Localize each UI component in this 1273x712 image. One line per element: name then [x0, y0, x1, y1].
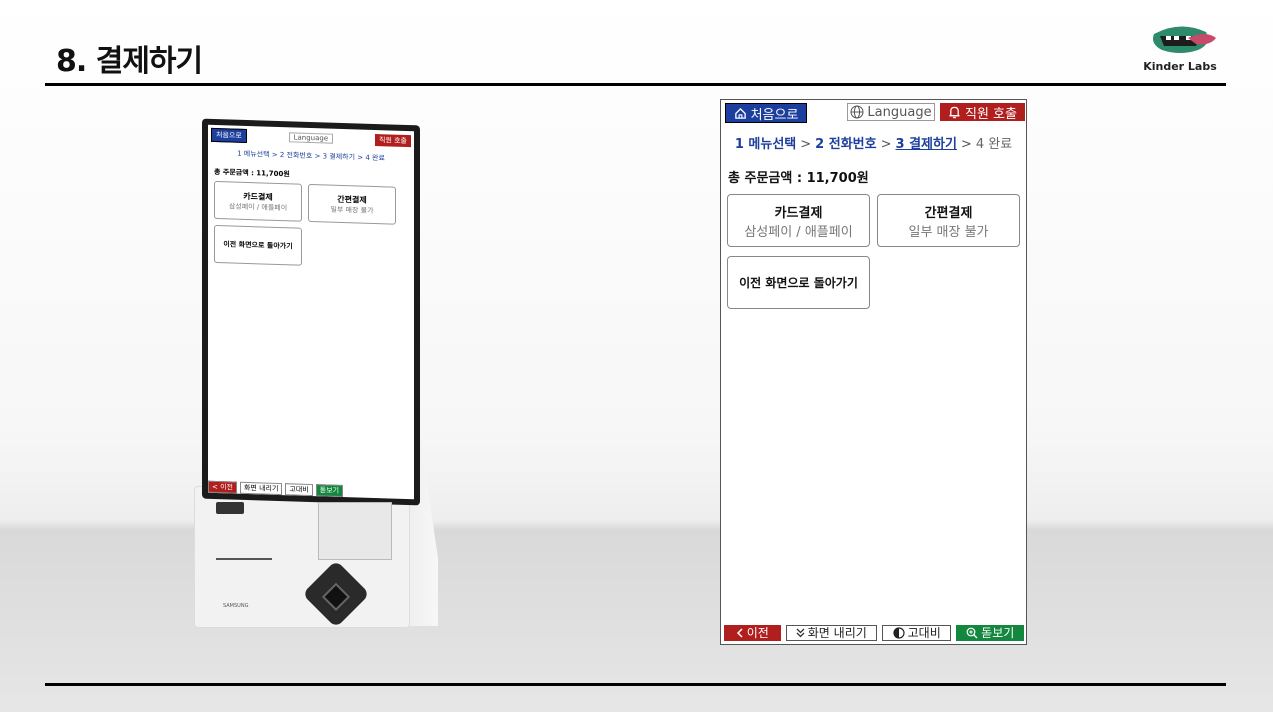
easy-payment-subtitle: 일부 매장 불가: [908, 224, 989, 240]
breadcrumb-separator: >: [960, 137, 972, 152]
kiosk-home-button: 처음으로: [211, 127, 247, 143]
magnifier-button[interactable]: 돋보기: [956, 624, 1024, 641]
kiosk-screen-zoom: 처음으로 Language 직원 호출 1 메뉴선택 >2 전화번호 >3 결제하기…: [720, 99, 1027, 645]
breadcrumb-step-payment: 3 결제하기: [895, 137, 957, 152]
kiosk-brand: SAMSUNG: [223, 603, 249, 609]
high-contrast-button[interactable]: 고대비: [881, 624, 952, 641]
language-button[interactable]: Language: [847, 103, 935, 121]
home-label: 처음으로: [750, 107, 799, 123]
language-label: Language: [867, 104, 932, 120]
bottom-divider: [45, 683, 1226, 686]
easy-payment-button[interactable]: 간편결제 일부 매장 불가: [877, 194, 1020, 247]
call-staff-button[interactable]: 직원 호출: [940, 103, 1025, 122]
magnifier-icon: [966, 627, 978, 638]
kiosk-contrast: 고대비: [285, 483, 313, 497]
kiosk-back-button: 이전 화면으로 돌아가기: [214, 224, 302, 266]
breadcrumb: 1 메뉴선택 >2 전화번호 >3 결제하기 >4 완료: [721, 133, 1026, 152]
breadcrumb-step-phone: 2 전화번호: [815, 137, 877, 152]
kiosk-screen: 처음으로 Language 직원 호출 1 메뉴선택 > 2 전화번호 > 3 …: [208, 124, 414, 500]
contrast-label: 고대비: [907, 626, 941, 640]
double-chevron-down-icon: [796, 628, 805, 637]
card-reader-icon: [216, 502, 244, 514]
call-label: 직원 호출: [965, 106, 1017, 122]
bottom-bar: 이전 화면 내리기 고대비 돋보기: [724, 624, 1024, 641]
kiosk-photo: SAMSUNG 처음으로 Language 직원 호출 1 메뉴선택 > 2 전…: [180, 118, 440, 638]
card-payment-title: 카드결제: [774, 205, 823, 221]
kinder-labs-logo: Kinder Labs: [1140, 20, 1220, 80]
kiosk-zoom: 돋보기: [315, 484, 344, 498]
kiosk-screen-frame: 처음으로 Language 직원 호출 1 메뉴선택 > 2 전화번호 > 3 …: [202, 118, 420, 506]
go-back-button[interactable]: 이전 화면으로 돌아가기: [727, 256, 870, 309]
kiosk-language-button: Language: [288, 132, 334, 144]
breadcrumb-separator: >: [880, 137, 892, 152]
card-payment-subtitle: 삼성페이 / 애플페이: [744, 224, 853, 240]
easy-payment-title: 간편결제: [924, 205, 973, 221]
slide-title: 8. 결제하기: [56, 44, 203, 79]
order-total: 총 주문금액 : 11,700원: [728, 171, 869, 186]
scroll-down-button[interactable]: 화면 내리기: [785, 624, 877, 641]
breadcrumb-step-menu: 1 메뉴선택: [734, 137, 797, 152]
kiosk-bottom-bar: < 이전 화면 내리기 고대비 돋보기: [208, 480, 414, 499]
contrast-icon: [893, 626, 905, 639]
receipt-slot-icon: [216, 558, 272, 560]
logo-text: Kinder Labs: [1143, 60, 1217, 73]
barcode-scanner-icon: [318, 502, 392, 560]
kiosk-easy-sub: 일부 매장 불가: [330, 205, 374, 215]
kiosk-card-button: 카드결제 삼성페이 / 애플페이: [214, 180, 302, 222]
kiosk-scroll: 화면 내리기: [239, 481, 283, 496]
kiosk-call-button: 직원 호출: [375, 134, 411, 148]
prev-button[interactable]: 이전: [724, 624, 781, 641]
home-button[interactable]: 처음으로: [725, 103, 807, 123]
prev-label: 이전: [746, 626, 769, 640]
scroll-label: 화면 내리기: [807, 626, 867, 640]
breadcrumb-step-complete: 4 완료: [975, 137, 1013, 152]
logo-mark-icon: [1153, 26, 1216, 53]
globe-icon: [850, 105, 864, 119]
top-bar: 처음으로 Language 직원 호출: [725, 103, 1025, 123]
kiosk-card-sub: 삼성페이 / 애플페이: [228, 201, 288, 212]
top-divider: [45, 83, 1226, 86]
breadcrumb-separator: >: [800, 137, 812, 152]
kiosk-easy-button: 간편결제 일부 매장 불가: [308, 183, 396, 225]
card-payment-button[interactable]: 카드결제 삼성페이 / 애플페이: [727, 194, 870, 247]
zoom-label: 돋보기: [981, 626, 1015, 640]
bell-icon: [949, 106, 960, 119]
chevron-left-icon: [736, 627, 743, 638]
home-icon: [734, 107, 746, 119]
kiosk-prev: < 이전: [208, 480, 237, 494]
